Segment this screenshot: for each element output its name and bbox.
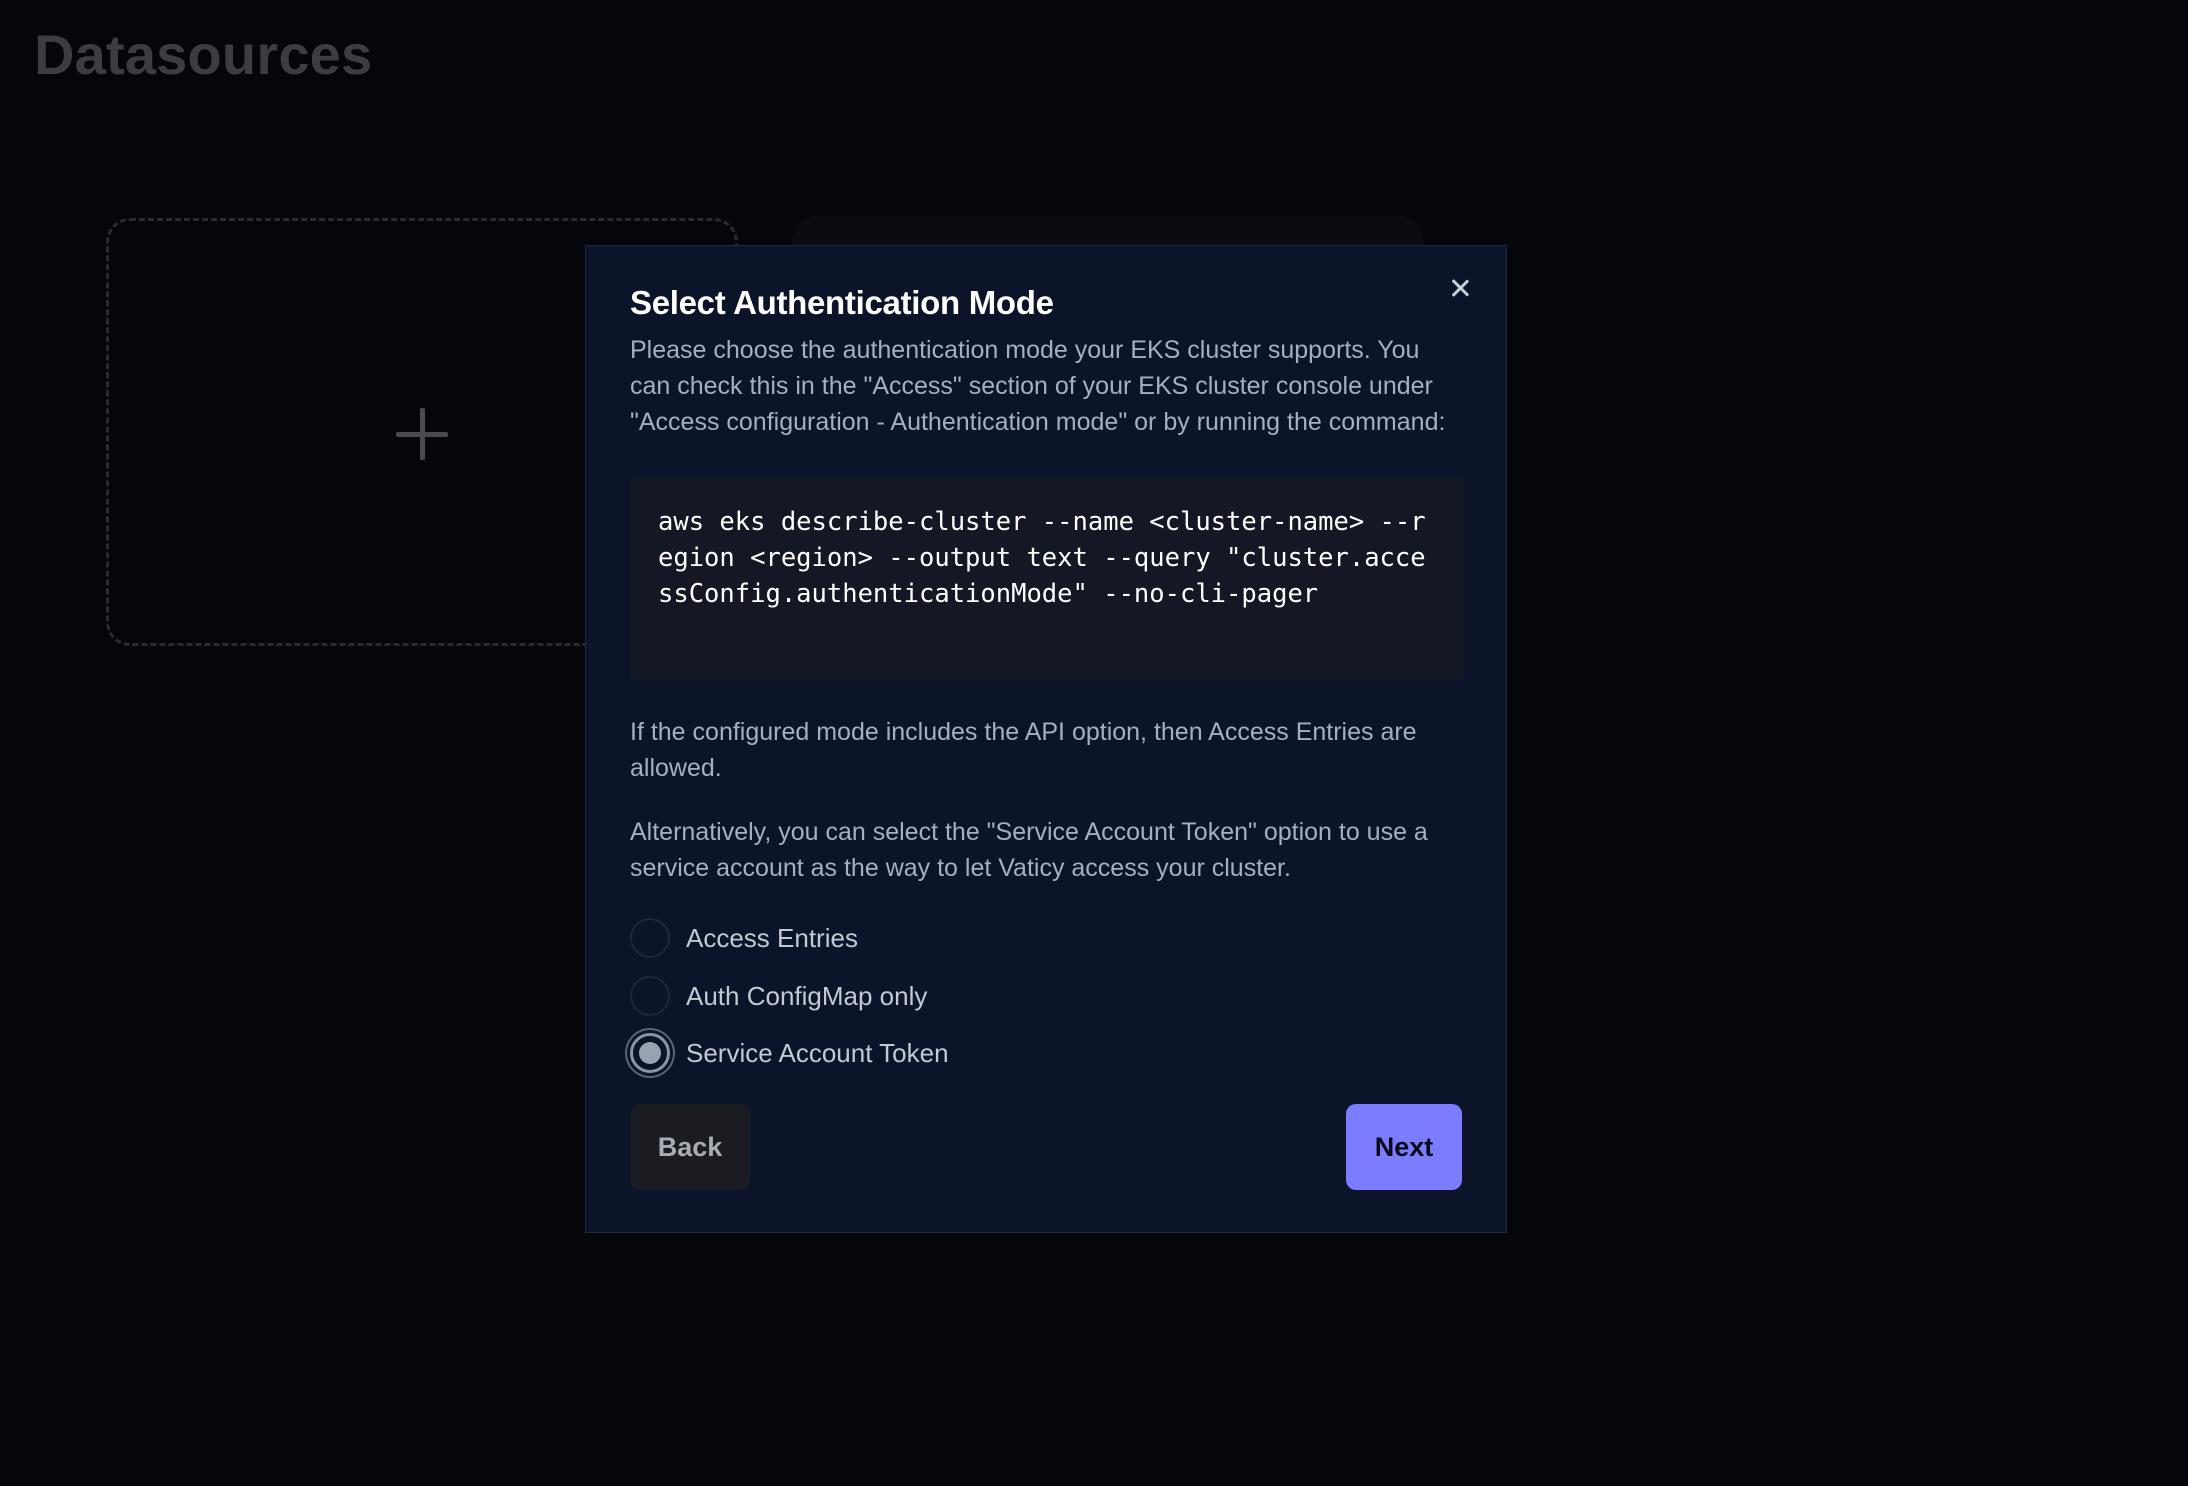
- radio-option-service-account-token[interactable]: Service Account Token: [630, 1030, 949, 1076]
- radio-label: Service Account Token: [686, 1037, 949, 1068]
- back-button[interactable]: Back: [630, 1104, 750, 1190]
- radio-button[interactable]: [630, 976, 670, 1016]
- radio-button-selected[interactable]: [630, 1033, 670, 1073]
- datasources-page: Datasources Select Authentication Mode P…: [0, 0, 2188, 1486]
- dialog-intro-text: Please choose the authentication mode yo…: [630, 336, 1446, 436]
- alternative-note-text: Alternatively, you can select the "Servi…: [630, 818, 1428, 882]
- close-icon[interactable]: [1448, 276, 1472, 300]
- auth-mode-dialog: Select Authentication Mode Please choose…: [585, 245, 1507, 1233]
- plus-icon[interactable]: [396, 408, 448, 460]
- radio-label: Auth ConfigMap only: [686, 980, 928, 1011]
- dialog-title: Select Authentication Mode: [630, 284, 1054, 321]
- command-code-block: aws eks describe-cluster --name <cluster…: [630, 478, 1464, 680]
- radio-button[interactable]: [630, 918, 670, 958]
- next-button[interactable]: Next: [1346, 1104, 1462, 1190]
- radio-option-auth-configmap[interactable]: Auth ConfigMap only: [630, 973, 927, 1019]
- radio-option-access-entries[interactable]: Access Entries: [630, 915, 858, 961]
- radio-label: Access Entries: [686, 922, 858, 953]
- page-title: Datasources: [34, 23, 373, 86]
- api-note-text: If the configured mode includes the API …: [630, 718, 1417, 782]
